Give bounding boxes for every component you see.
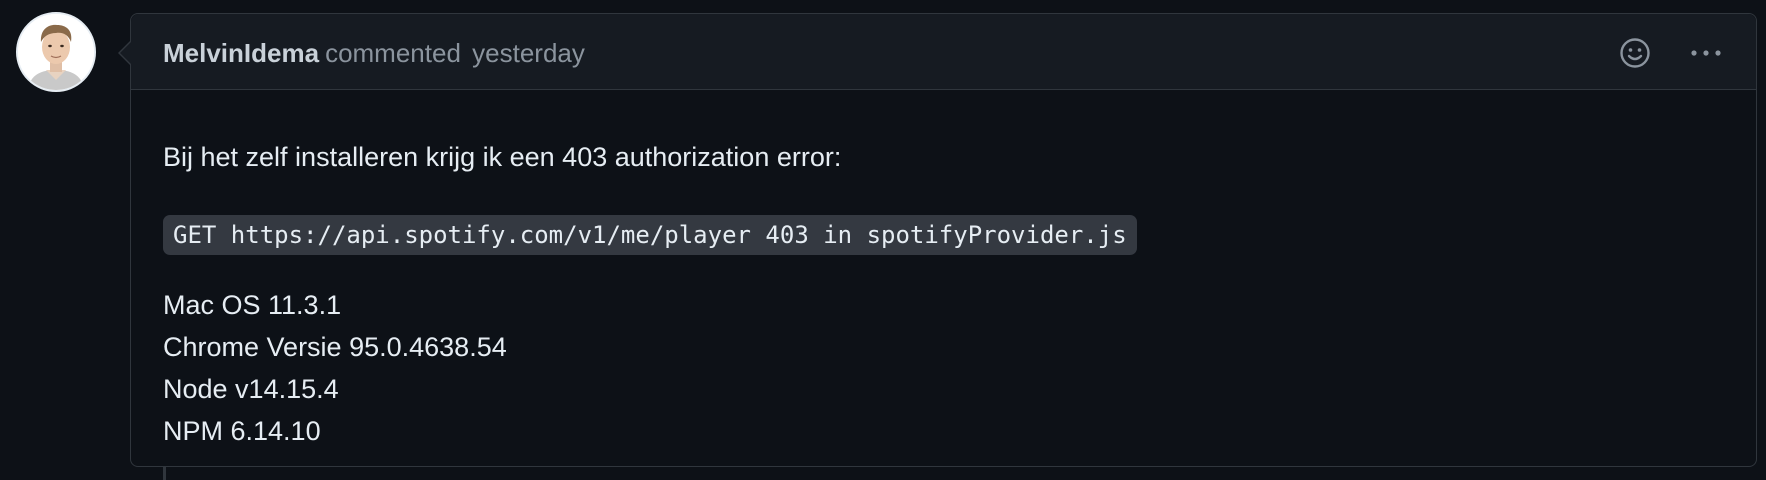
comment-action: commented [325, 38, 461, 68]
spec-item-npm: NPM 6.14.10 [163, 416, 321, 446]
spec-item-browser: Chrome Versie 95.0.4638.54 [163, 332, 507, 362]
avatar-image [18, 14, 94, 90]
comment-header-text: MelvinIdema commented yesterday [163, 38, 585, 68]
spec-item-node: Node v14.15.4 [163, 374, 339, 404]
smiley-icon [1620, 38, 1650, 68]
comment-header: MelvinIdema commented yesterday [131, 14, 1756, 90]
avatar[interactable] [16, 12, 96, 92]
spec-item-os: Mac OS 11.3.1 [163, 290, 342, 320]
spec-list: Mac OS 11.3.1 Chrome Versie 95.0.4638.54… [163, 284, 507, 452]
kebab-horizontal-icon [1691, 50, 1721, 56]
comment-caret-inner [120, 41, 132, 65]
add-reaction-button[interactable] [1618, 36, 1652, 70]
more-options-button[interactable] [1688, 36, 1724, 70]
page: MelvinIdema commented yesterday Bij het … [0, 0, 1766, 480]
comment-timestamp[interactable]: yesterday [472, 38, 585, 68]
comment-box: MelvinIdema commented yesterday Bij het … [130, 13, 1757, 467]
author-link[interactable]: MelvinIdema [163, 38, 319, 68]
comment-intro-text: Bij het zelf installeren krijg ik een 40… [163, 142, 842, 172]
inline-code: GET https://api.spotify.com/v1/me/player… [163, 215, 1137, 255]
